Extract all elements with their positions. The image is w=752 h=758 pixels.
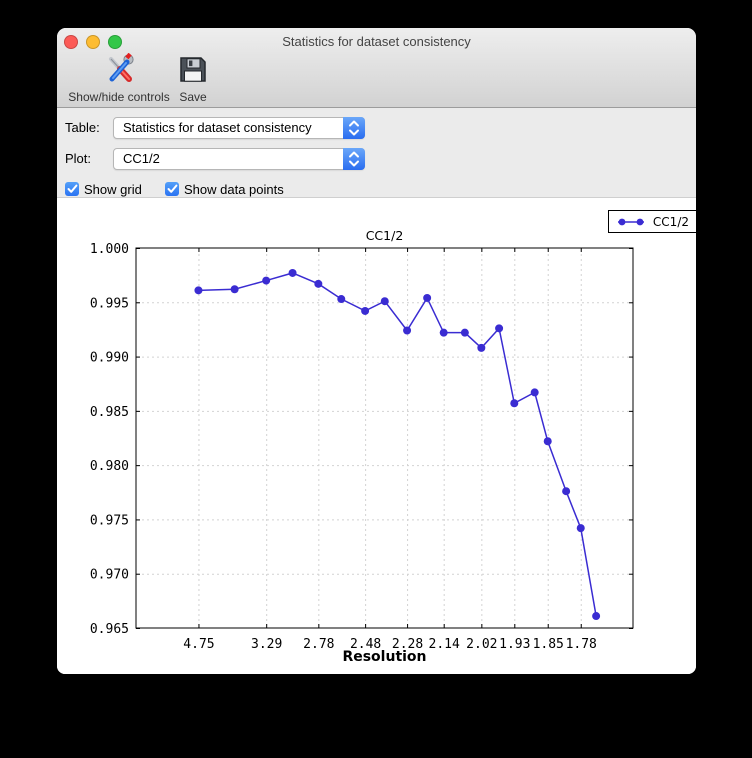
table-label: Table: xyxy=(65,120,100,135)
maximize-button[interactable] xyxy=(108,35,122,49)
svg-text:2.14: 2.14 xyxy=(429,637,460,652)
checkbox-checked-icon xyxy=(65,182,79,196)
controls-panel: Table: Statistics for dataset consistenc… xyxy=(57,108,696,198)
plot-dropdown[interactable]: CC1/2 xyxy=(113,148,365,170)
checkbox-checked-icon xyxy=(165,182,179,196)
toolbar-button-label: Show/hide controls xyxy=(68,90,170,104)
data-point xyxy=(262,276,271,285)
x-axis-label: Resolution xyxy=(342,649,426,665)
chevron-up-down-icon xyxy=(343,148,365,170)
svg-text:0.985: 0.985 xyxy=(90,405,129,420)
minimize-button[interactable] xyxy=(86,35,100,49)
svg-text:0.975: 0.975 xyxy=(90,513,129,528)
plot-label: Plot: xyxy=(65,151,92,166)
chevron-up-down-icon xyxy=(343,117,365,139)
data-point xyxy=(576,524,585,533)
tools-icon xyxy=(103,52,135,89)
chart-svg: 1.000 0.995 0.990 0.985 0.980 0.975 0.970 0.965… xyxy=(90,228,634,665)
svg-text:4.75: 4.75 xyxy=(183,637,214,652)
data-point xyxy=(423,293,432,302)
legend-label: CC1/2 xyxy=(652,214,689,229)
data-point xyxy=(230,285,239,294)
svg-text:0.970: 0.970 xyxy=(90,568,129,583)
data-point xyxy=(460,328,469,337)
data-point xyxy=(530,388,539,397)
table-dropdown-value: Statistics for dataset consistency xyxy=(123,120,312,135)
save-button[interactable]: Save xyxy=(171,55,215,104)
data-series xyxy=(194,268,601,621)
svg-text:2.02: 2.02 xyxy=(466,637,497,652)
svg-text:0.965: 0.965 xyxy=(90,622,129,637)
plot-dropdown-value: CC1/2 xyxy=(123,151,160,166)
data-point xyxy=(477,343,486,352)
data-point xyxy=(439,328,448,337)
svg-text:0.995: 0.995 xyxy=(90,296,129,311)
show-grid-checkbox[interactable]: Show grid xyxy=(65,181,142,197)
svg-text:1.78: 1.78 xyxy=(566,637,597,652)
title-bar: Statistics for dataset consistency xyxy=(57,28,696,56)
show-data-points-label: Show data points xyxy=(184,181,284,197)
series-line xyxy=(198,272,597,617)
data-point xyxy=(562,487,571,496)
svg-text:1.000: 1.000 xyxy=(90,242,129,257)
show-grid-label: Show grid xyxy=(84,181,142,197)
save-icon xyxy=(178,55,208,89)
data-point xyxy=(592,612,601,621)
data-point xyxy=(510,399,519,408)
window-title: Statistics for dataset consistency xyxy=(282,34,471,49)
data-point xyxy=(337,295,346,304)
show-data-points-checkbox[interactable]: Show data points xyxy=(165,181,284,197)
window-chrome: Statistics for dataset consistency Show/… xyxy=(57,28,696,108)
grid-lines xyxy=(137,249,632,627)
app-window: Statistics for dataset consistency Show/… xyxy=(57,28,696,674)
tick-labels: 1.000 0.995 0.990 0.985 0.980 0.975 0.970 0.965… xyxy=(90,228,597,665)
svg-text:1.85: 1.85 xyxy=(533,637,564,652)
chart-legend: CC1/2 xyxy=(607,210,696,233)
chart-title: CC1/2 xyxy=(366,228,404,243)
data-point xyxy=(194,286,203,295)
svg-text:0.980: 0.980 xyxy=(90,459,129,474)
toolbar-button-label: Save xyxy=(179,90,207,104)
toolbar: Show/hide controls Save xyxy=(57,52,696,107)
legend-line-marker-icon xyxy=(617,218,644,225)
show-hide-controls-button[interactable]: Show/hide controls xyxy=(67,52,171,104)
chart-area: 1.000 0.995 0.990 0.985 0.980 0.975 0.970 0.965… xyxy=(57,198,696,674)
svg-text:0.990: 0.990 xyxy=(90,351,129,366)
data-point xyxy=(314,279,323,288)
table-dropdown[interactable]: Statistics for dataset consistency xyxy=(113,117,365,139)
svg-text:1.93: 1.93 xyxy=(499,637,530,652)
data-point xyxy=(543,437,552,446)
traffic-lights xyxy=(64,35,122,49)
data-point xyxy=(361,306,370,315)
svg-text:2.78: 2.78 xyxy=(303,637,334,652)
data-point xyxy=(495,324,504,333)
data-point xyxy=(380,297,389,306)
data-point xyxy=(403,326,412,335)
data-point xyxy=(288,268,297,277)
svg-text:3.29: 3.29 xyxy=(251,637,282,652)
close-button[interactable] xyxy=(64,35,78,49)
